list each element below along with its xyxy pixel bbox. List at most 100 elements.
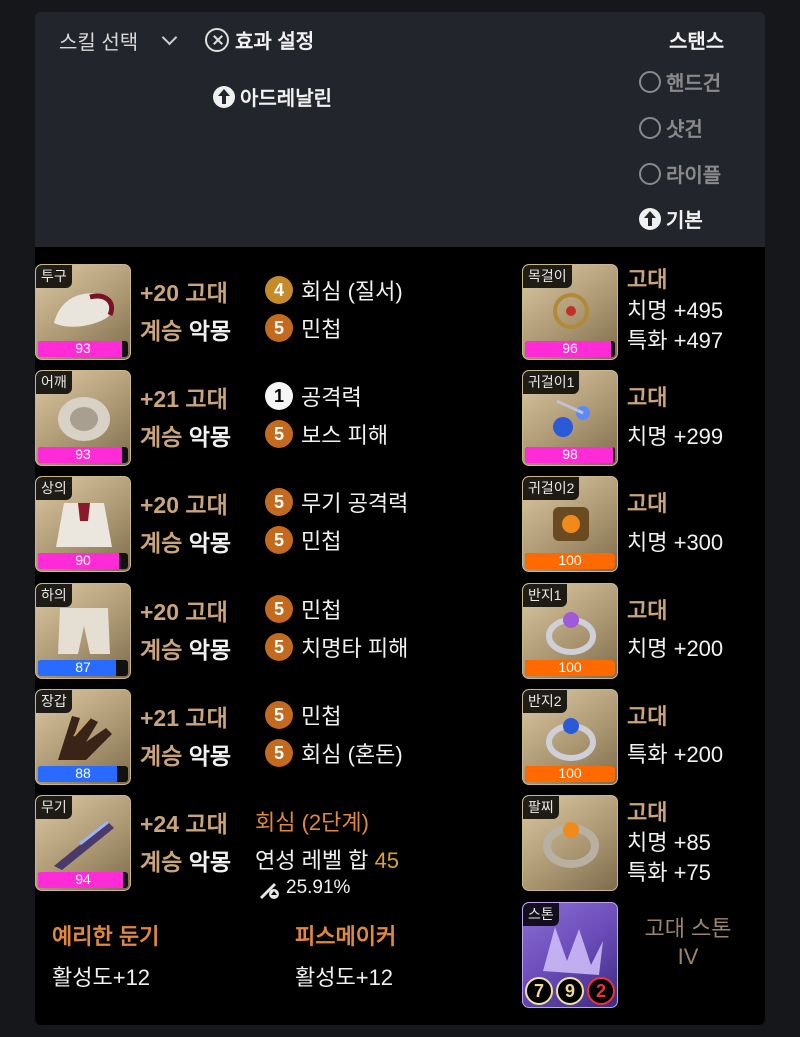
- engraving-level-badge: 5: [265, 633, 293, 661]
- slot-tag: 하의: [36, 584, 72, 607]
- adrenaline-label: 아드레날린: [240, 88, 332, 110]
- engraving-level-badge: 4: [265, 276, 293, 304]
- slot-tag: 무기: [36, 796, 72, 819]
- quality-value: 90: [75, 553, 91, 568]
- accessory-grade: 고대: [627, 704, 668, 729]
- engraving-row: 5 무기 공격력: [265, 486, 408, 518]
- engraving-level-badge: 5: [265, 701, 293, 729]
- adrenaline-toggle[interactable]: 아드레날린: [213, 82, 332, 111]
- engraving-name: 민첩: [301, 529, 342, 554]
- item-slot-helmet[interactable]: 투구 93: [35, 264, 131, 360]
- set-line: 계승 악몽: [140, 418, 231, 452]
- engraving-row: 4 회심 (질서): [265, 274, 403, 306]
- engraving-level-badge: 1: [265, 382, 293, 410]
- radio-icon: [639, 70, 661, 93]
- slot-tag: 장갑: [36, 690, 72, 713]
- set-line: 계승 악몽: [140, 524, 231, 558]
- quality-value: 96: [562, 341, 578, 356]
- bracelet-effect-title: 피스메이커: [295, 924, 397, 949]
- slot-tag: 귀걸이2: [523, 477, 580, 500]
- upgrade-text: +20 고대: [140, 280, 228, 306]
- engraving-level-badge: 5: [265, 739, 293, 767]
- stance-option-shotgun[interactable]: 샷건: [639, 113, 703, 142]
- equipment-panel: 투구 93 +20 고대 계승 악몽 4 회심 (질서) 5 민첩 어깨 93 +2…: [35, 247, 765, 1025]
- item-slot-bracelet[interactable]: 팔찌: [522, 795, 618, 891]
- engraving-row: 5 민첩: [265, 593, 341, 625]
- level-sum-value: 45: [374, 848, 400, 873]
- engraving-row: 5 민첩: [265, 524, 341, 556]
- accessory-stat: 특화 +497: [627, 328, 724, 353]
- radio-icon: [639, 162, 661, 185]
- quality-bar: 100: [525, 553, 615, 569]
- stone-values: 7 9 2: [525, 977, 615, 1005]
- bracelet-effect-title: 예리한 둔기: [52, 924, 160, 949]
- bracelet-effect-value: 활성도+12: [52, 965, 151, 990]
- item-slot-shoulder[interactable]: 어깨 93: [35, 370, 131, 466]
- item-slot-gloves[interactable]: 장갑 88: [35, 689, 131, 785]
- item-slot-ring-1[interactable]: 반지1 100: [522, 583, 618, 679]
- arrow-up-circle-icon: [639, 207, 661, 230]
- shoulder-icon: [58, 397, 110, 441]
- item-slot-pants[interactable]: 하의 87: [35, 583, 131, 679]
- stance-label: 핸드건: [666, 73, 722, 95]
- radio-icon: [639, 116, 661, 139]
- quality-value: 94: [75, 872, 91, 887]
- engraving-level-badge: 5: [265, 420, 293, 448]
- weapon-percent: 25.91%: [258, 877, 350, 899]
- engraving-name: 민첩: [301, 598, 342, 623]
- ring-icon: [546, 612, 596, 655]
- accessory-grade: 고대: [627, 598, 668, 623]
- item-slot-weapon[interactable]: 무기 94: [35, 795, 131, 891]
- item-slot-stone[interactable]: 스톤 7 9 2: [522, 902, 618, 1008]
- arrow-up-circle-icon: [213, 85, 235, 108]
- accessory-stat: 치명 +200: [627, 636, 724, 661]
- ring-icon: [546, 718, 596, 761]
- set-label: 계승: [140, 530, 183, 556]
- item-slot-chest[interactable]: 상의 90: [35, 476, 131, 572]
- effect-settings-button[interactable]: 효과 설정: [205, 25, 314, 54]
- slot-tag: 상의: [36, 477, 72, 500]
- engraving-row: 5 민첩: [265, 699, 341, 731]
- item-slot-earring-2[interactable]: 귀걸이2 100: [522, 476, 618, 572]
- skill-select-dropdown[interactable]: 스킬 선택: [59, 26, 178, 55]
- quality-bar: 93: [38, 447, 128, 463]
- item-slot-ring-2[interactable]: 반지2 100: [522, 689, 618, 785]
- engraving-name: 보스 피해: [301, 423, 389, 448]
- chest-armor-icon: [56, 503, 112, 547]
- stance-option-handgun[interactable]: 핸드건: [639, 67, 721, 96]
- stance-option-default[interactable]: 기본: [639, 204, 703, 233]
- weapon-icon: [54, 820, 114, 870]
- engraving-level-badge: 5: [265, 595, 293, 623]
- stance-title: 스탠스: [669, 31, 725, 53]
- stance-label: 기본: [666, 210, 703, 232]
- bracelet-grade: 고대: [627, 800, 668, 825]
- close-circle-icon: [205, 27, 229, 52]
- accessory-grade: 고대: [627, 385, 668, 410]
- upgrade-text: +21 고대: [140, 705, 228, 731]
- quality-bar: 100: [525, 766, 615, 782]
- set-label: 계승: [140, 637, 183, 663]
- upgrade-text: +24 고대: [140, 811, 228, 837]
- upgrade-text: +21 고대: [140, 386, 228, 412]
- sword-upgrade-icon: [260, 883, 279, 899]
- weapon-effect: 회심 (2단계): [255, 810, 369, 835]
- stance-option-rifle[interactable]: 라이플: [639, 159, 721, 188]
- quality-value: 100: [558, 553, 582, 568]
- accessory-grade: 고대: [627, 267, 668, 292]
- quality-value: 100: [558, 660, 582, 675]
- engraving-name: 공격력: [301, 385, 362, 410]
- pants-icon: [58, 608, 110, 654]
- engraving-name: 민첩: [301, 704, 342, 729]
- set-name: 악몽: [188, 530, 232, 556]
- engraving-row: 5 민첩: [265, 312, 341, 344]
- stone-label-line2: IV: [677, 944, 699, 969]
- item-slot-earring-1[interactable]: 귀걸이1 98: [522, 370, 618, 466]
- item-slot-necklace[interactable]: 목걸이 96: [522, 264, 618, 360]
- slot-tag: 투구: [36, 265, 72, 288]
- set-label: 계승: [140, 424, 183, 450]
- stone-label-line1: 고대 스톤: [644, 916, 732, 941]
- set-line: 계승 악몽: [140, 631, 231, 665]
- quality-bar: 93: [38, 341, 128, 357]
- engraving-name: 민첩: [301, 317, 342, 342]
- stone-value: 2: [587, 977, 615, 1005]
